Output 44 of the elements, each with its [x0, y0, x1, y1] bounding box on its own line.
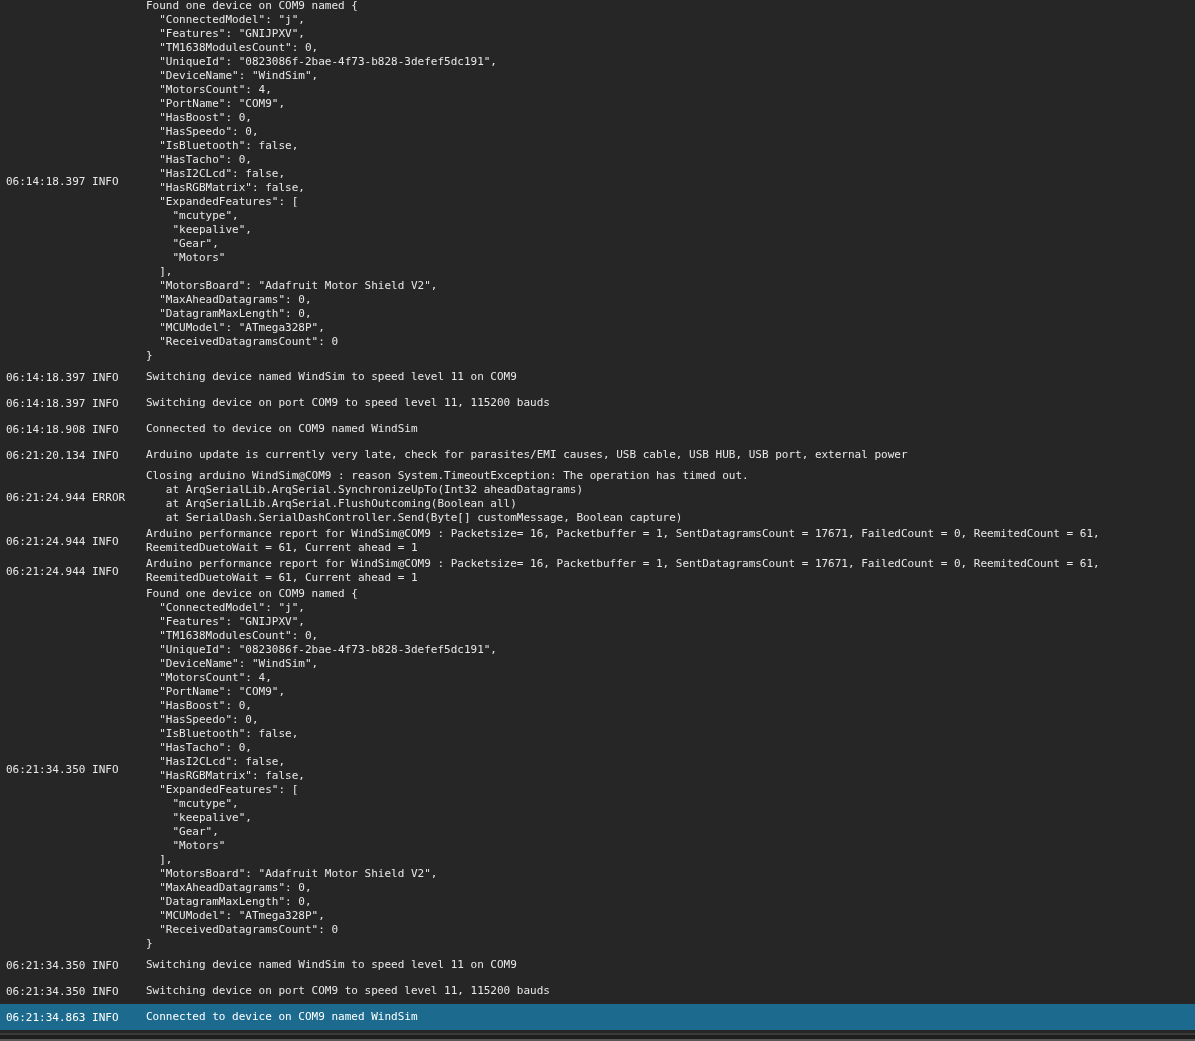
timestamp: 06:21:24.944: [6, 564, 86, 578]
timestamp: 06:14:18.908: [6, 422, 86, 436]
timestamp: 06:21:34.350: [6, 762, 86, 776]
log-level: INFO: [92, 422, 119, 436]
log-row[interactable]: 06:14:18.908 INFO Connected to device on COM9 named WindSim: [0, 416, 1195, 442]
log-row[interactable]: 06:14:18.397 INFO Switching device named WindSim to speed level 11 on COM9: [0, 364, 1195, 390]
log-message: Switching device named WindSim to speed level 11 on COM9: [146, 958, 517, 972]
timestamp: 06:14:18.397: [6, 174, 86, 188]
log-message: Closing arduino WindSim@COM9 : reason System.TimeoutException: The operation has timed out. at ArqSerialLib.ArqSerial.SynchronizeUpTo(Int32 aheadDatagrams) at ArqSerialLib.ArqSerial.FlushOutcoming(Boolean all) at SerialDash.SerialDashController.Send(Byte[] customMessage, Boolean capture): [146, 469, 749, 525]
log-level: INFO: [92, 564, 119, 578]
scrollbar[interactable]: [0, 1033, 1195, 1041]
log-message: Connected to device on COM9 named WindSim: [146, 422, 418, 436]
log-message: Connected to device on COM9 named WindSim: [146, 1010, 418, 1024]
log-level: INFO: [92, 396, 119, 410]
log-level: INFO: [92, 984, 119, 998]
log-row[interactable]: 06:21:34.350 INFO Switching device on port COM9 to speed level 11, 115200 bauds: [0, 978, 1195, 1004]
log-message: Arduino update is currently very late, check for parasites/EMI causes, USB cable, USB HUB, USB port, external power: [146, 448, 908, 462]
log-level: INFO: [92, 370, 119, 384]
timestamp: 06:21:34.863: [6, 1010, 86, 1024]
log-message: Switching device on port COM9 to speed level 11, 115200 bauds: [146, 396, 550, 410]
log-row[interactable]: 06:21:34.863 INFO Connected to device on COM9 named WindSim: [0, 1004, 1195, 1030]
log-level: INFO: [92, 958, 119, 972]
log-message: Arduino performance report for WindSim@COM9 : Packetsize= 16, Packetbuffer = 1, SentDatagramsCount = 17671, FailedCount = 0, ReemitedCount = 61, ReemitedDuetoWait = 61, Current ahead = 1: [146, 557, 1100, 585]
log-message: Switching device on port COM9 to speed level 11, 115200 bauds: [146, 984, 550, 998]
log-row[interactable]: 06:14:18.397 INFO Switching device on port COM9 to speed level 11, 115200 bauds: [0, 390, 1195, 416]
timestamp: 06:21:24.944: [6, 534, 86, 548]
log-row[interactable]: 06:21:34.350 INFO Switching device named WindSim to speed level 11 on COM9: [0, 952, 1195, 978]
log-level: INFO: [92, 534, 119, 548]
log-level: INFO: [92, 448, 119, 462]
log-level: INFO: [92, 1010, 119, 1024]
timestamp: 06:21:34.350: [6, 984, 86, 998]
log-row[interactable]: 06:21:20.134 INFO Arduino update is currently very late, check for parasites/EMI causes, USB cable, USB HUB, USB port, external power: [0, 442, 1195, 468]
log-message: Switching device named WindSim to speed level 11 on COM9: [146, 370, 517, 384]
log-message: Found one device on COM9 named { "ConnectedModel": "j", "Features": "GNIJPXV", "TM1638ModulesCount": 0, "UniqueId": "0823086f-2bae-4f73-b828-3defef5dc191", "DeviceName": "WindSim", "MotorsCount": 4, "PortName": "COM9", "HasBoost": 0, "HasSpeedo": 0, "IsBluetooth": false, "HasTacho": 0, "HasI2CLcd": false, "HasRGBMatrix": false, "ExpandedFeatures": [ "mcutype", "keepalive", "Gear", "Motors" ], "MotorsBoard": "Adafruit Motor Shield V2", "MaxAheadDatagrams": 0, "DatagramMaxLength": 0, "MCUModel": "ATmega328P", "ReceivedDatagramsCount": 0 }: [146, 587, 497, 951]
log-message: Arduino performance report for WindSim@COM9 : Packetsize= 16, Packetbuffer = 1, SentDatagramsCount = 17671, FailedCount = 0, ReemitedCount = 61, ReemitedDuetoWait = 61, Current ahead = 1: [146, 527, 1100, 555]
log-level: INFO: [92, 174, 119, 188]
timestamp: 06:21:24.944: [6, 490, 86, 504]
timestamp: 06:21:20.134: [6, 448, 86, 462]
timestamp: 06:14:18.397: [6, 370, 86, 384]
timestamp: 06:14:18.397: [6, 396, 86, 410]
log-level: INFO: [92, 762, 119, 776]
timestamp: 06:21:34.350: [6, 958, 86, 972]
log-message: Found one device on COM9 named { "ConnectedModel": "j", "Features": "GNIJPXV", "TM1638ModulesCount": 0, "UniqueId": "0823086f-2bae-4f73-b828-3defef5dc191", "DeviceName": "WindSim", "MotorsCount": 4, "PortName": "COM9", "HasBoost": 0, "HasSpeedo": 0, "IsBluetooth": false, "HasTacho": 0, "HasI2CLcd": false, "HasRGBMatrix": false, "ExpandedFeatures": [ "mcutype", "keepalive", "Gear", "Motors" ], "MotorsBoard": "Adafruit Motor Shield V2", "MaxAheadDatagrams": 0, "DatagramMaxLength": 0, "MCUModel": "ATmega328P", "ReceivedDatagramsCount": 0 }: [146, 0, 497, 363]
log-level: ERROR: [92, 490, 126, 504]
